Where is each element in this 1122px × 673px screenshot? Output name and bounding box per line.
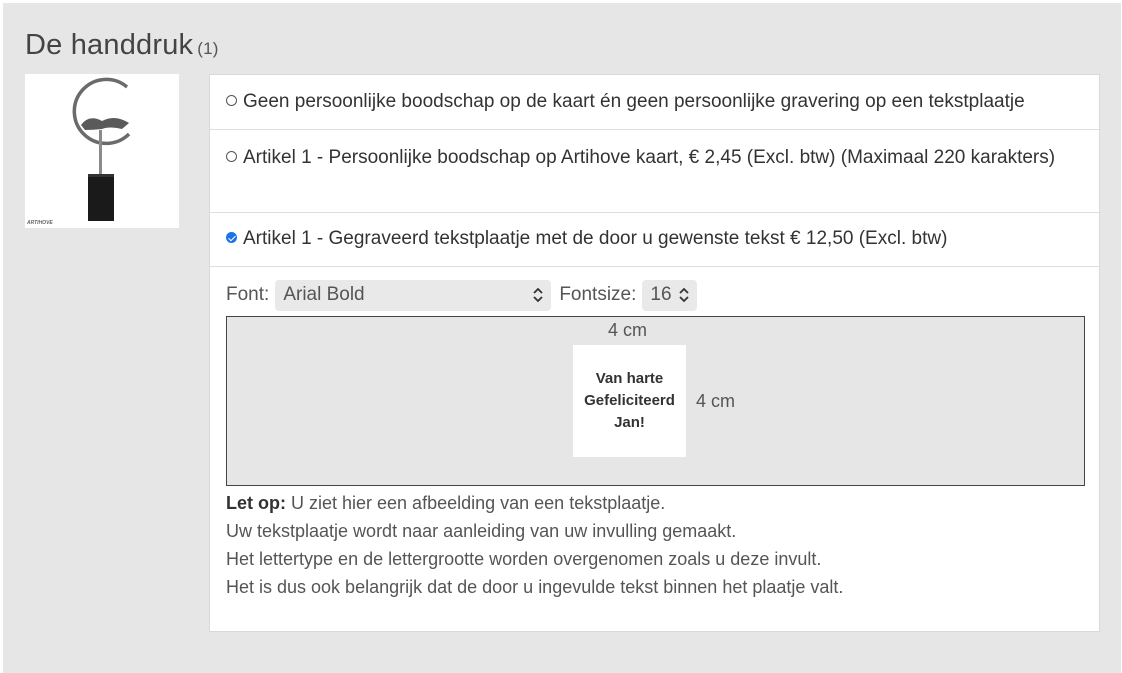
plate-height-label: 4 cm: [696, 391, 736, 411]
radio-button[interactable]: [226, 95, 237, 106]
text-plate: Van harte Gefeliciteerd Jan!: [573, 345, 686, 457]
product-personalization-panel: De handdruk (1) ARTIHOVE Geen persoonlijk…: [3, 3, 1121, 673]
option-label: Artikel 1 - Persoonlijke boodschap op Ar…: [243, 147, 1056, 168]
engraving-section: Font: Arial Bold Fontsize: 16 4 cm Van h…: [226, 279, 1086, 601]
font-label: Font:: [226, 284, 270, 305]
notes: Let op: U ziet hier een afbeelding van e…: [226, 489, 1086, 601]
option-no-message[interactable]: Geen persoonlijke boodschap op de kaart …: [210, 75, 1099, 130]
option-label: Geen persoonlijke boodschap op de kaart …: [243, 91, 1025, 112]
handshake-sculpture-icon: [72, 77, 131, 221]
plate-preview: 4 cm Van harte Gefeliciteerd Jan! 4 cm: [226, 316, 1085, 486]
note-line: Het lettertype en de lettergrootte worde…: [226, 549, 822, 569]
note-line: Let op: U ziet hier een afbeelding van e…: [226, 489, 1086, 517]
chevron-updown-icon: [678, 287, 690, 303]
options-card: Geen persoonlijke boodschap op de kaart …: [209, 74, 1100, 632]
engraving-controls: Font: Arial Bold Fontsize: 16: [226, 279, 1086, 311]
option-engraved-plate[interactable]: Artikel 1 - Gegraveerd tekstplaatje met …: [210, 213, 1099, 267]
radio-button-checked[interactable]: [226, 232, 237, 243]
note-line: Het is dus ook belangrijk dat de door u …: [226, 577, 844, 597]
product-image[interactable]: ARTIHOVE: [25, 74, 179, 228]
fontsize-select[interactable]: 16: [642, 279, 698, 311]
page-title: De handdruk (1): [25, 29, 219, 62]
fontsize-label: Fontsize:: [559, 284, 637, 305]
note-line: Uw tekstplaatje wordt naar aanleiding va…: [226, 521, 737, 541]
plate-width-label: 4 cm: [608, 320, 648, 340]
plate-line: Van harte: [595, 370, 664, 387]
option-label: Artikel 1 - Gegraveerd tekstplaatje met …: [243, 228, 948, 249]
plate-line: Jan!: [614, 414, 645, 431]
font-value: Arial Bold: [283, 284, 365, 305]
option-card-message[interactable]: Artikel 1 - Persoonlijke boodschap op Ar…: [210, 130, 1099, 213]
font-select[interactable]: Arial Bold: [275, 279, 552, 311]
item-count: (1): [197, 39, 219, 58]
chevron-updown-icon: [532, 287, 544, 303]
brand-logo: ARTIHOVE: [27, 220, 53, 226]
note-lead: Let op:: [226, 493, 286, 513]
note-text: U ziet hier een afbeelding van een tekst…: [286, 493, 666, 513]
plate-line: Gefeliciteerd: [584, 392, 675, 409]
fontsize-value: 16: [650, 284, 672, 305]
product-title: De handdruk: [25, 29, 194, 61]
radio-button[interactable]: [226, 151, 237, 162]
